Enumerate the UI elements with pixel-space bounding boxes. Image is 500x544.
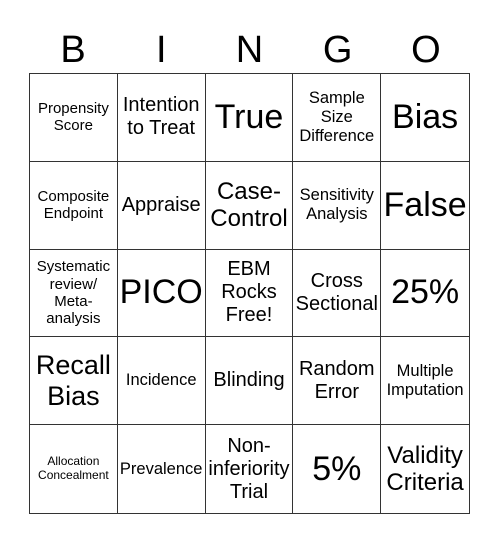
header-letter-g: G — [322, 29, 353, 71]
bingo-cell-label: PICO — [119, 273, 203, 312]
bingo-cell-label: Prevalence — [119, 459, 203, 478]
bingo-cell-label: Non-inferiority Trial — [208, 434, 290, 503]
bingo-cell[interactable]: Recall Bias — [30, 337, 118, 426]
bingo-header: B I N G O — [29, 28, 470, 72]
bingo-cell-label: Composite Endpoint — [37, 187, 110, 223]
header-letter-n: N — [235, 29, 264, 71]
bingo-cell[interactable]: Intention to Treat — [117, 74, 206, 162]
bingo-cell[interactable]: Case-Control — [205, 161, 294, 250]
bingo-cell-label: Validity Criteria — [386, 441, 464, 497]
bingo-cell-label: EBM Rocks Free! — [221, 258, 277, 327]
bingo-cell[interactable]: Incidence — [117, 337, 206, 426]
bingo-cell[interactable]: Sensitivity Analysis — [293, 161, 382, 250]
bingo-cell-label: True — [214, 97, 284, 136]
bingo-cell[interactable]: Validity Criteria — [381, 425, 469, 513]
bingo-cell[interactable]: Cross Sectional — [293, 249, 382, 338]
bingo-cell[interactable]: EBM Rocks Free! — [205, 249, 294, 338]
bingo-cell[interactable]: Blinding — [205, 337, 294, 426]
bingo-grid: Propensity Score Intention to Treat True Sa… — [29, 73, 470, 514]
bingo-cell[interactable]: Sample Size Difference — [293, 74, 382, 162]
bingo-cell[interactable]: Propensity Score — [30, 74, 118, 162]
bingo-cell-label: Sensitivity Analysis — [299, 186, 374, 224]
bingo-cell-label: Propensity Score — [37, 100, 109, 135]
bingo-cell-label: 25% — [391, 273, 460, 312]
bingo-cell[interactable]: Appraise — [117, 161, 206, 250]
bingo-cell[interactable]: 25% — [381, 250, 469, 338]
bingo-cell[interactable]: Prevalence — [118, 425, 206, 513]
bingo-cell-label: Recall Bias — [35, 349, 111, 411]
bingo-cell-label: Systematic review/ Meta-analysis — [36, 258, 111, 328]
bingo-cell[interactable]: Bias — [381, 74, 469, 162]
bingo-cell[interactable]: PICO — [117, 249, 206, 338]
bingo-cell-label: Bias — [392, 97, 459, 136]
bingo-cell[interactable]: Allocation Concealment — [30, 425, 118, 513]
bingo-cell-label: False — [383, 185, 467, 224]
bingo-cell-label: 5% — [312, 449, 362, 488]
bingo-cell-label: Blinding — [213, 369, 285, 392]
bingo-cell[interactable]: Multiple Imputation — [381, 337, 469, 426]
bingo-cell-label: Multiple Imputation — [386, 361, 464, 399]
bingo-cell-label: Appraise — [121, 193, 201, 216]
bingo-cell-label: Intention to Treat — [122, 94, 200, 140]
bingo-cell[interactable]: Random Error — [293, 337, 382, 426]
bingo-cell[interactable]: Non-inferiority Trial — [206, 425, 294, 513]
bingo-cell-label: Case-Control — [210, 177, 288, 233]
bingo-cell[interactable]: False — [381, 162, 469, 250]
bingo-cell[interactable]: Composite Endpoint — [30, 161, 118, 250]
bingo-cell[interactable]: 5% — [293, 425, 382, 513]
header-letter-o: O — [411, 29, 441, 71]
bingo-cell-label: Allocation Concealment — [38, 454, 109, 483]
header-letter-i: I — [156, 29, 167, 71]
bingo-cell-label: Random Error — [298, 357, 375, 403]
bingo-cell-label: Sample Size Difference — [299, 88, 375, 145]
bingo-cell-label: Cross Sectional — [295, 269, 378, 315]
bingo-cell-label: Incidence — [125, 371, 197, 390]
bingo-cell[interactable]: Systematic review/ Meta-analysis — [30, 249, 118, 338]
header-letter-b: B — [60, 29, 86, 71]
bingo-cell[interactable]: True — [205, 74, 294, 162]
